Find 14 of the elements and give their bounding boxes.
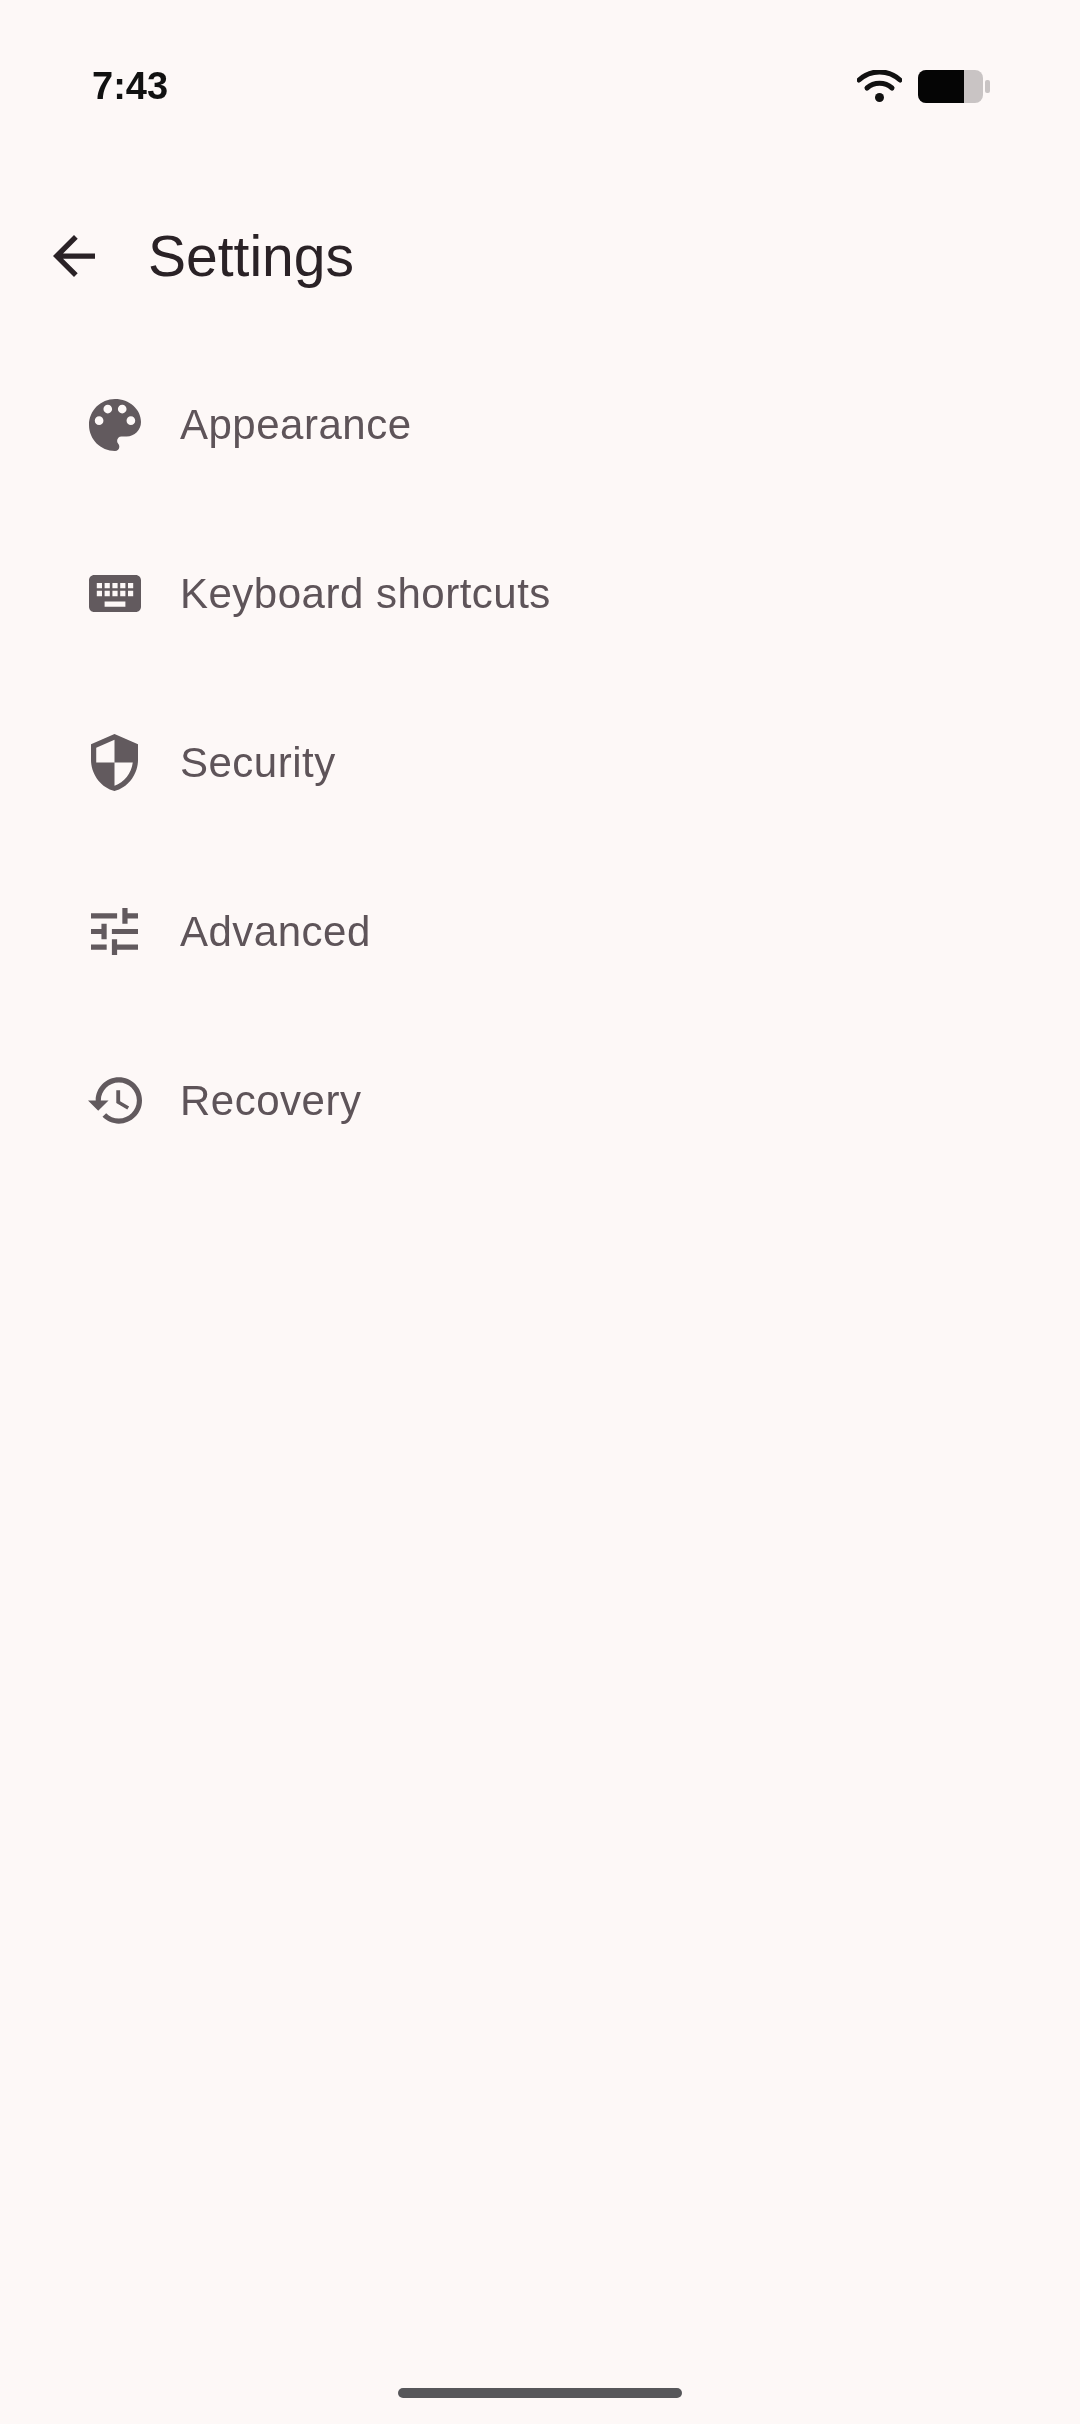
back-icon xyxy=(52,235,95,277)
battery-icon xyxy=(918,69,990,103)
sliders-icon xyxy=(91,908,138,955)
palette-icon xyxy=(88,398,141,451)
keyboard-icon xyxy=(88,575,141,612)
shield-icon xyxy=(91,734,138,791)
settings-item[interactable]: Advanced xyxy=(0,847,1080,1016)
wifi-icon xyxy=(857,70,902,102)
settings-item[interactable]: Appearance xyxy=(0,340,1080,509)
settings-item[interactable]: Keyboard shortcuts xyxy=(0,509,1080,678)
settings-item[interactable]: Security xyxy=(0,678,1080,847)
history-icon xyxy=(87,1077,142,1124)
settings-item[interactable]: Recovery xyxy=(0,1016,1080,1185)
status-time: 7:43 xyxy=(92,67,169,105)
